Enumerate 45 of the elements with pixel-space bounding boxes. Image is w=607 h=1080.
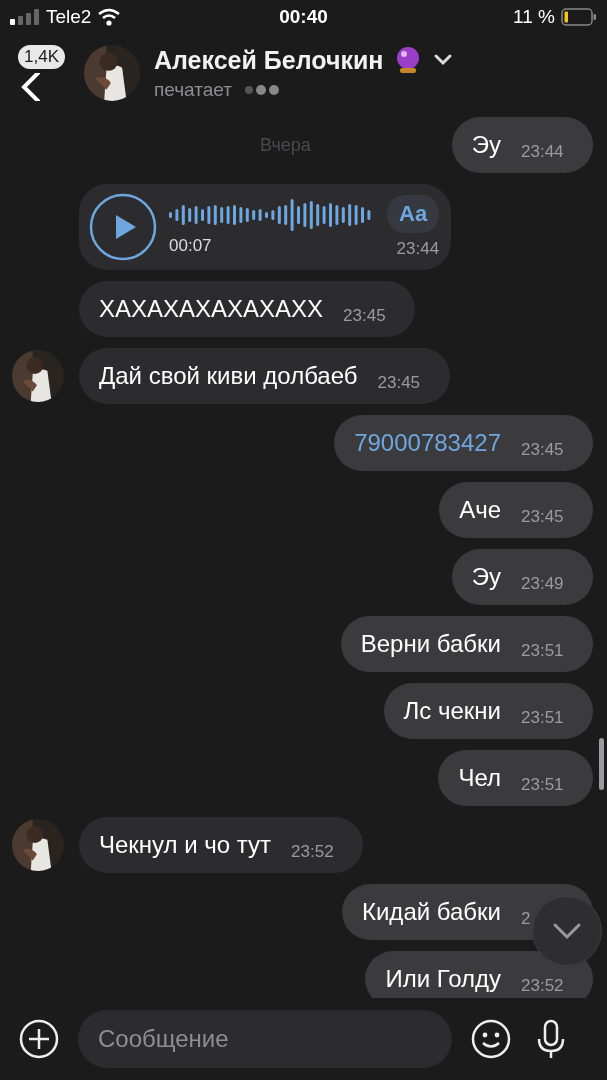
unread-badge: 1,4K	[18, 45, 65, 69]
message-time: 23:44	[521, 142, 565, 162]
message-text: Лс чекни	[403, 697, 501, 725]
scroll-indicator	[599, 738, 604, 790]
message-time: 23:51	[521, 775, 565, 795]
message-text: Аче	[459, 496, 501, 524]
wifi-icon	[97, 8, 122, 26]
signal-icon	[10, 9, 40, 25]
message-text: Чел	[458, 764, 501, 792]
message-time: 23:52	[291, 842, 335, 862]
message-time: 23:45	[343, 306, 387, 326]
typing-dots-icon	[243, 83, 280, 96]
message-text: Верни бабки	[360, 630, 501, 658]
crystal-ball-icon	[395, 46, 422, 74]
message-text: Кидай бабки	[362, 898, 501, 926]
message-time: 23:45	[521, 440, 565, 460]
message-text: Дай свой киви долбаеб	[99, 362, 358, 390]
transcribe-button[interactable]: Aa	[387, 195, 440, 233]
battery-percent: 11 %	[513, 6, 555, 28]
message-time: 23:52	[521, 976, 565, 996]
message-text: Эу	[471, 563, 501, 591]
message-time: 23:51	[521, 708, 565, 728]
message-time: 23:44	[396, 239, 440, 259]
battery-icon	[561, 8, 597, 26]
add-button[interactable]	[18, 1018, 60, 1060]
contact-name[interactable]: Алексей Белочкин	[154, 45, 384, 75]
message-time: 23:45	[377, 373, 422, 393]
message-time: 23:45	[521, 507, 565, 527]
voice-duration: 00:07	[169, 236, 213, 256]
message-text: Или Голду	[385, 965, 501, 993]
message-text: ХАХАХАХАХАХАХХ	[99, 295, 324, 323]
message-time: 2	[521, 909, 532, 929]
message-time: 23:51	[521, 641, 565, 661]
clock: 00:40	[279, 6, 328, 28]
phone-link[interactable]: 79000783427	[354, 429, 501, 457]
carrier-name: Tele2	[46, 6, 92, 28]
message-text: Чекнул и чо тут	[99, 831, 272, 859]
typing-status: печатает	[154, 78, 232, 101]
message-text: Эу	[471, 131, 501, 159]
emoji-button[interactable]	[470, 1018, 512, 1060]
message-input[interactable]: Сообщение	[78, 1010, 452, 1068]
chevron-down-icon[interactable]	[433, 53, 454, 67]
chevron-down-icon	[552, 922, 582, 940]
play-button[interactable]	[89, 193, 157, 261]
message-time: 23:49	[521, 574, 565, 594]
